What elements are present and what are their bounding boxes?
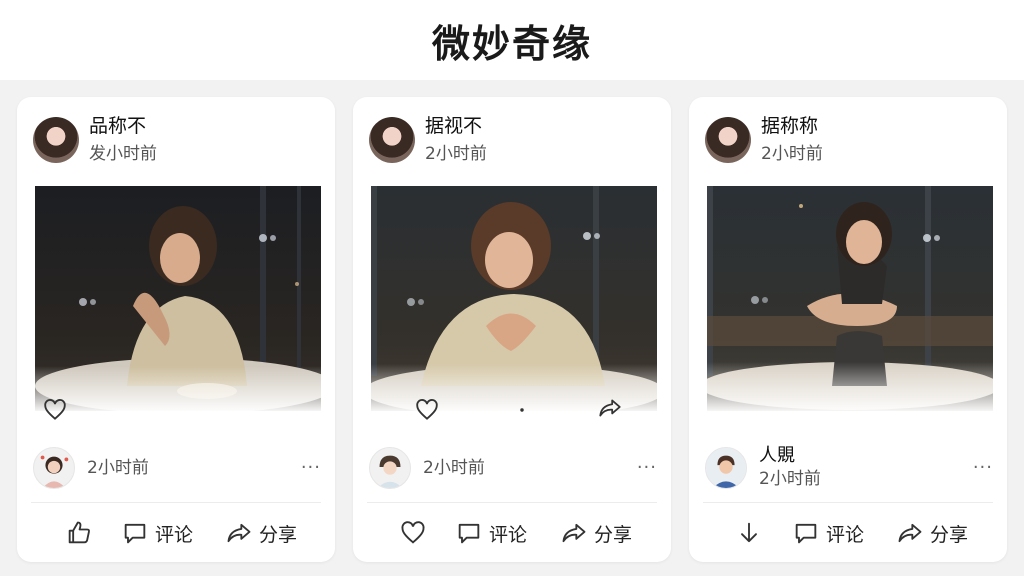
save-button[interactable] [735, 515, 763, 551]
commenter-avatar[interactable] [705, 447, 747, 489]
comment-row: 人覞 2小时前 ··· [705, 443, 995, 493]
post-header: 据视不 2小时前 [369, 115, 487, 165]
share-label: 分享 [259, 523, 298, 546]
divider [367, 502, 657, 503]
thumbs-up-icon [68, 521, 90, 544]
like-button[interactable] [399, 515, 427, 551]
comment-row: 2小时前 ··· [33, 443, 323, 493]
post-photo[interactable] [371, 186, 657, 411]
comment-button[interactable]: 评论 [121, 515, 193, 551]
like-button[interactable] [65, 515, 93, 551]
post-time: 发小时前 [89, 144, 157, 164]
comment-time: 2小时前 [87, 458, 149, 478]
author-avatar[interactable] [33, 117, 79, 163]
post-time: 2小时前 [761, 144, 823, 164]
post-header: 品称不 发小时前 [33, 115, 157, 165]
author-name[interactable]: 据视不 [425, 114, 487, 138]
page-title: 微妙奇缘 [431, 21, 592, 66]
more-icon[interactable]: ··· [637, 457, 657, 478]
comment-label: 评论 [155, 523, 194, 546]
comment-label: 评论 [826, 523, 865, 546]
share-icon [898, 523, 922, 543]
comment-time: 2小时前 [423, 458, 485, 478]
author-name[interactable]: 品称不 [89, 114, 157, 138]
heart-icon[interactable] [414, 397, 440, 423]
comment-button[interactable]: 评论 [455, 515, 527, 551]
action-bar: 评论 分享 [689, 515, 1007, 555]
share-icon[interactable] [597, 395, 623, 421]
commenter-avatar[interactable] [369, 447, 411, 489]
post-photo[interactable] [707, 186, 993, 411]
commenter-name[interactable]: 人覞 [759, 445, 821, 467]
author-avatar[interactable] [369, 117, 415, 163]
action-bar: 评论 分享 [353, 515, 671, 555]
comment-icon [795, 523, 817, 544]
share-icon [227, 523, 251, 543]
comment-row: 2小时前 ··· [369, 443, 659, 493]
heart-icon [401, 521, 425, 544]
share-label: 分享 [594, 523, 633, 546]
share-button[interactable]: 分享 [560, 515, 632, 551]
more-icon[interactable]: ··· [973, 457, 993, 478]
share-button[interactable]: 分享 [896, 515, 968, 551]
header-bar: 微妙奇缘 [0, 0, 1024, 80]
post-card: 据视不 2小时前 2小时前 ··· 评论 分享 [353, 97, 671, 562]
post-card: 品称不 发小时前 2小时前 ··· 评论 分享 [17, 97, 335, 562]
divider [703, 502, 993, 503]
more-icon[interactable]: ··· [301, 457, 321, 478]
comment-label: 评论 [489, 523, 528, 546]
share-label: 分享 [930, 523, 969, 546]
comment-icon [124, 523, 146, 544]
heart-icon[interactable] [42, 397, 68, 423]
comment-button[interactable]: 评论 [792, 515, 864, 551]
share-button[interactable]: 分享 [225, 515, 297, 551]
share-icon [562, 523, 586, 543]
author-name[interactable]: 据称称 [761, 114, 823, 138]
post-card: 据称称 2小时前 人覞 2小时前 ··· 评论 分享 [689, 97, 1007, 562]
action-bar: 评论 分享 [17, 515, 335, 555]
comment-icon [458, 523, 480, 544]
commenter-avatar[interactable] [33, 447, 75, 489]
author-avatar[interactable] [705, 117, 751, 163]
post-time: 2小时前 [425, 144, 487, 164]
dot-icon [509, 397, 535, 423]
arrow-down-icon [741, 522, 757, 543]
comment-time: 2小时前 [759, 469, 821, 489]
post-header: 据称称 2小时前 [705, 115, 823, 165]
post-photo[interactable] [35, 186, 321, 411]
divider [31, 502, 321, 503]
